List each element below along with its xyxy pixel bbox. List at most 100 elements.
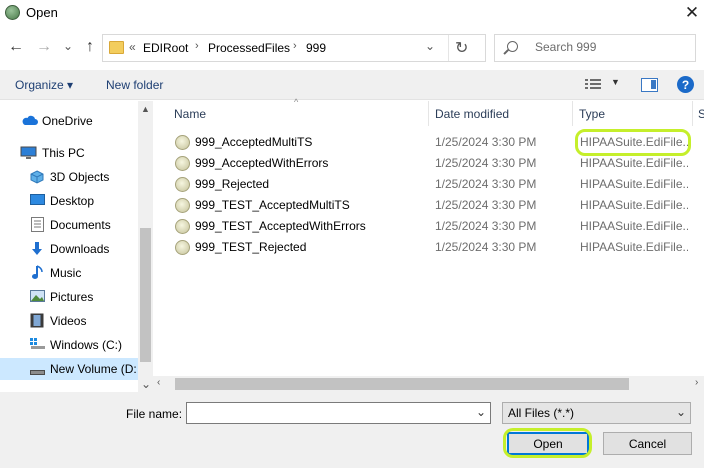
file-type: HIPAASuite.EdiFile...	[580, 198, 688, 212]
column-header-date-modified[interactable]: Date modified	[435, 107, 509, 132]
drive-icon	[30, 365, 46, 379]
column-header-name[interactable]: Name	[174, 107, 206, 132]
app-icon	[5, 5, 20, 20]
sidebar-item-pictures[interactable]: Pictures	[0, 286, 138, 308]
file-row[interactable]: 999_TEST_Rejected 1/25/2024 3:30 PM HIPA…	[160, 237, 695, 258]
sidebar-item-label: New Volume (D:	[50, 362, 137, 376]
sidebar-item-label: Windows (C:)	[50, 338, 123, 352]
chevron-right-icon[interactable]: ›	[293, 40, 297, 52]
chevron-down-icon: ⌄	[62, 39, 74, 53]
edi-file-icon	[175, 135, 190, 150]
sidebar-item-music[interactable]: Music	[0, 262, 138, 284]
column-divider[interactable]	[572, 101, 573, 126]
file-row[interactable]: 999_TEST_AcceptedWithErrors 1/25/2024 3:…	[160, 216, 695, 237]
scroll-down-icon[interactable]: ⌄	[141, 377, 151, 391]
sidebar-item-label: 3D Objects	[50, 170, 110, 184]
scroll-right-icon[interactable]: ›	[695, 377, 698, 388]
file-date: 1/25/2024 3:30 PM	[435, 198, 537, 212]
search-input[interactable]	[535, 40, 685, 54]
file-type: HIPAASuite.EdiFile...	[580, 219, 688, 233]
navigation-pane: OneDrive This PC 3D Objects Desktop Docu…	[0, 101, 153, 392]
edi-file-icon	[175, 177, 190, 192]
cancel-button[interactable]: Cancel	[603, 432, 692, 455]
help-icon[interactable]: ?	[677, 76, 694, 93]
column-header-size[interactable]: S	[698, 107, 704, 132]
horizontal-scroll-thumb[interactable]	[175, 378, 629, 390]
chevron-right-icon[interactable]: ›	[195, 40, 199, 52]
film-icon	[30, 313, 46, 328]
sidebar-item-downloads[interactable]: Downloads	[0, 238, 138, 260]
chevron-down-icon[interactable]: ⌄	[676, 405, 686, 419]
view-options-icon[interactable]	[585, 78, 601, 90]
computer-icon	[20, 146, 37, 160]
file-row[interactable]: 999_TEST_AcceptedMultiTS 1/25/2024 3:30 …	[160, 195, 695, 216]
column-divider[interactable]	[692, 101, 693, 126]
file-name: 999_Rejected	[195, 177, 270, 191]
file-row[interactable]: 999_AcceptedWithErrors 1/25/2024 3:30 PM…	[160, 153, 695, 174]
scroll-left-icon[interactable]: ‹	[157, 377, 160, 388]
column-divider[interactable]	[428, 101, 429, 126]
file-date: 1/25/2024 3:30 PM	[435, 135, 537, 149]
highlight-annotation	[503, 428, 592, 458]
breadcrumb-item[interactable]: 999	[306, 41, 326, 55]
sidebar-item-label: Documents	[50, 218, 111, 232]
breadcrumb-item[interactable]: EDIRoot	[143, 41, 188, 55]
chevron-down-icon[interactable]: ⌄	[476, 405, 486, 419]
preview-pane-icon[interactable]	[641, 78, 658, 92]
address-bar[interactable]: « EDIRoot › ProcessedFiles › 999 ⌄ ↻	[102, 34, 486, 62]
sidebar-item-this-pc[interactable]: This PC	[0, 142, 138, 164]
file-type-filter[interactable]: All Files (*.*)	[502, 402, 691, 424]
cloud-icon	[21, 114, 38, 128]
sort-ascending-icon: ^	[294, 97, 299, 107]
refresh-icon[interactable]: ↻	[455, 38, 468, 58]
recent-locations-button[interactable]: ⌄	[61, 35, 75, 57]
file-name: 999_AcceptedMultiTS	[195, 135, 313, 149]
file-row[interactable]: 999_Rejected 1/25/2024 3:30 PM HIPAASuit…	[160, 174, 695, 195]
sidebar-scroll-thumb[interactable]	[140, 228, 151, 362]
download-arrow-icon	[30, 241, 46, 255]
divider	[448, 35, 449, 61]
sidebar-item-label: Videos	[50, 314, 87, 328]
sidebar-item-label: Music	[50, 266, 82, 280]
breadcrumb-item[interactable]: ProcessedFiles	[208, 41, 290, 55]
back-arrow-icon: ←	[8, 38, 24, 55]
search-box[interactable]	[494, 34, 696, 62]
highlight-annotation	[575, 129, 691, 156]
sidebar-item-label: Pictures	[50, 290, 94, 304]
breadcrumb-overflow[interactable]: «	[129, 40, 136, 54]
file-name: 999_AcceptedWithErrors	[195, 156, 329, 170]
documents-icon	[31, 217, 47, 232]
close-button[interactable]: ✕	[680, 2, 704, 24]
drive-icon	[30, 338, 46, 352]
up-button[interactable]: ↑	[80, 36, 100, 58]
address-dropdown[interactable]: ⌄	[425, 39, 435, 53]
organize-button[interactable]: Organize ▾	[15, 78, 73, 92]
forward-button[interactable]: →	[34, 36, 54, 58]
window-title: Open	[26, 5, 58, 20]
cube-icon	[30, 170, 46, 184]
title-bar: Open ✕	[0, 0, 704, 27]
file-date: 1/25/2024 3:30 PM	[435, 177, 537, 191]
toolbar: Organize ▾ New folder ▼ ?	[0, 70, 704, 100]
sidebar-item-new-volume-d[interactable]: New Volume (D:	[0, 358, 138, 380]
back-button[interactable]: ←	[6, 36, 26, 58]
file-date: 1/25/2024 3:30 PM	[435, 219, 537, 233]
sidebar-item-label: OneDrive	[42, 114, 93, 128]
folder-icon	[109, 41, 124, 54]
sidebar-item-desktop[interactable]: Desktop	[0, 190, 138, 212]
new-folder-button[interactable]: New folder	[106, 78, 163, 92]
file-date: 1/25/2024 3:30 PM	[435, 240, 537, 254]
sidebar-item-label: This PC	[42, 146, 85, 160]
view-dropdown[interactable]: ▼	[611, 77, 620, 87]
scroll-up-icon[interactable]: ▲	[141, 104, 150, 114]
sidebar-item-3d-objects[interactable]: 3D Objects	[0, 166, 138, 188]
edi-file-icon	[175, 240, 190, 255]
sidebar-item-onedrive[interactable]: OneDrive	[0, 110, 138, 132]
file-name-input[interactable]	[186, 402, 491, 424]
search-icon	[507, 41, 518, 52]
sidebar-item-windows-c[interactable]: Windows (C:)	[0, 334, 138, 356]
desktop-icon	[30, 194, 46, 208]
sidebar-item-videos[interactable]: Videos	[0, 310, 138, 332]
sidebar-item-documents[interactable]: Documents	[0, 214, 138, 236]
cancel-button-label: Cancel	[628, 436, 667, 451]
